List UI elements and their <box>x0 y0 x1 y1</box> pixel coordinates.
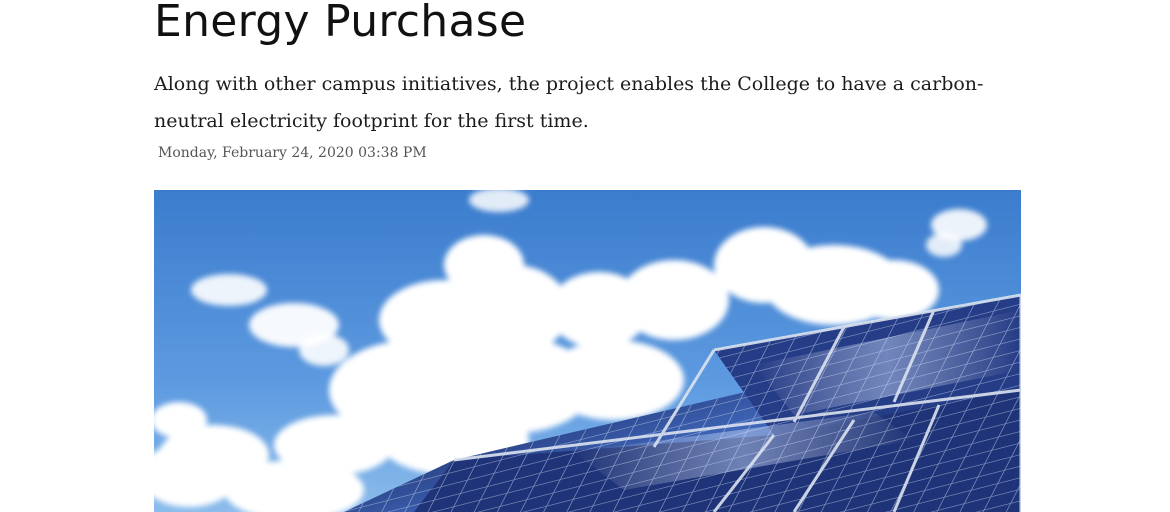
article-dek: Along with other campus initiatives, the… <box>154 73 984 132</box>
article-dateline: Monday, February 24, 2020 03:38 PM <box>158 145 427 161</box>
solar-panels-photo <box>154 190 1021 512</box>
hero-image <box>154 190 1021 512</box>
article-headline: Energy Purchase <box>154 0 527 47</box>
